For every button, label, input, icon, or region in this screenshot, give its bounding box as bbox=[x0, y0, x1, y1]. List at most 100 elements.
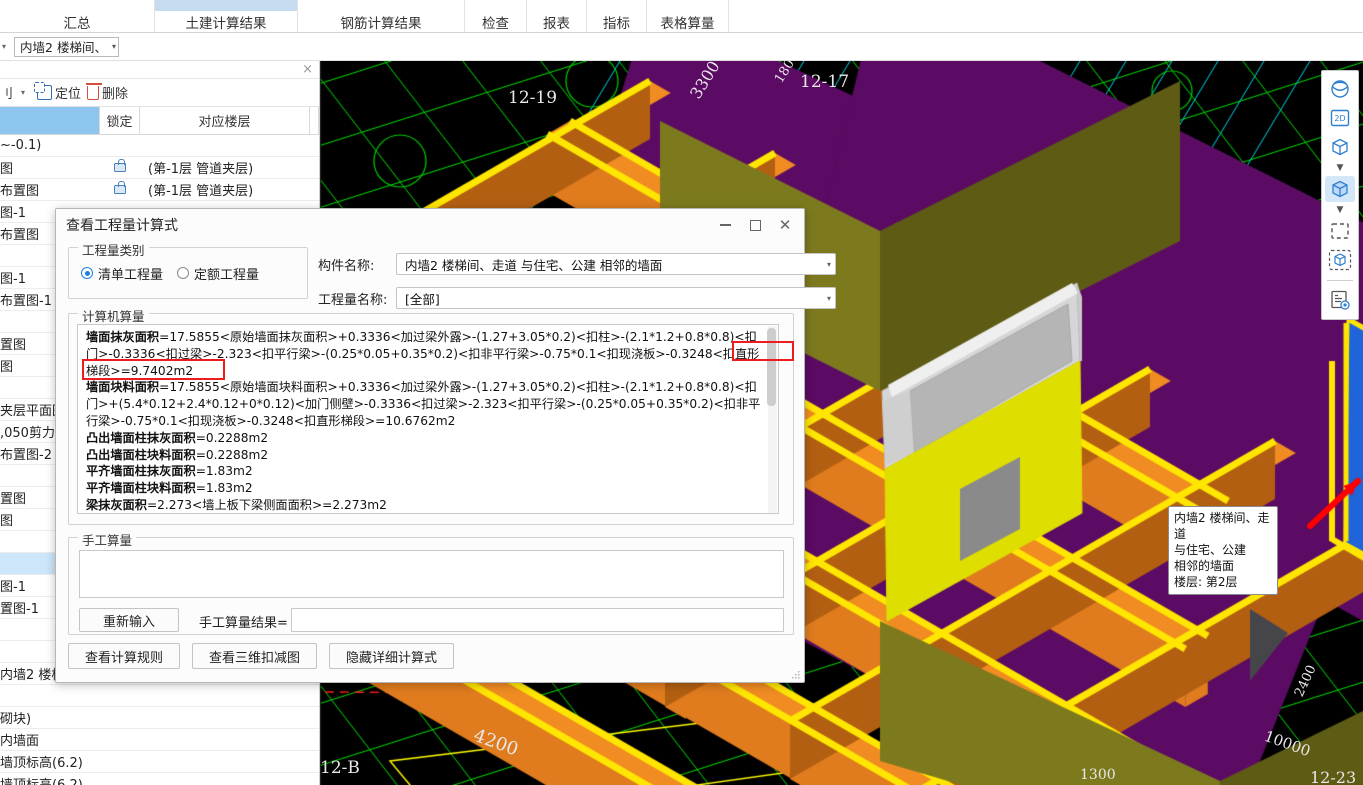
quantity-formula-dialog: 查看工程量计算式 ✕ 工程量类别 清单工程量 定额工程量 构件名称: 内墙2 楼… bbox=[55, 208, 836, 683]
dialog-title: 查看工程量计算式 bbox=[66, 218, 178, 234]
close-icon[interactable]: × bbox=[302, 62, 313, 77]
table-row[interactable]: 墙顶标高(6.2) bbox=[0, 751, 319, 773]
calc-formula-line: 梁抹灰面积=2.273<墙上板下梁侧面面积>=2.273m2 bbox=[86, 497, 768, 513]
calc-formula-name: 凸出墙面柱块料面积 bbox=[86, 447, 196, 462]
delete-button-label: 删除 bbox=[102, 87, 129, 102]
ribbon-tab-5[interactable]: 指标 bbox=[587, 0, 647, 32]
row-floor-cell: (第-1层 管道夹层) bbox=[148, 184, 254, 199]
minimize-icon[interactable] bbox=[710, 210, 740, 240]
header-selected-col[interactable] bbox=[0, 107, 100, 134]
row-name-cell: 内墙面 bbox=[0, 734, 40, 749]
dialog-titlebar[interactable]: 查看工程量计算式 ✕ bbox=[56, 209, 804, 241]
manual-calc-textarea[interactable] bbox=[79, 550, 784, 598]
calc-scrollbar-track[interactable] bbox=[767, 326, 777, 513]
ribbon-tab-4[interactable]: 报表 bbox=[527, 0, 587, 32]
row-name-cell: ~-0.1) bbox=[0, 138, 42, 153]
table-row[interactable]: 砌块) bbox=[0, 707, 319, 729]
list-eye-icon[interactable] bbox=[1325, 287, 1355, 313]
component-selector-combo[interactable]: 内墙2 楼梯间、 ▾ bbox=[14, 36, 119, 57]
radio-bill-quantity-label: 清单工程量 bbox=[98, 267, 164, 283]
cad-dimension-label: 12-19 bbox=[508, 88, 558, 108]
chevron-down-icon[interactable]: ▼ bbox=[1337, 163, 1344, 173]
calc-formula-name: 墙面抹灰面积 bbox=[86, 330, 160, 344]
quantity-name-combo[interactable]: [全部] ▾ bbox=[396, 287, 836, 309]
calc-formula-expression: =0.2288m2 bbox=[195, 447, 269, 462]
radio-bill-quantity[interactable]: 清单工程量 bbox=[81, 264, 163, 283]
view-3d-deduction-button[interactable]: 查看三维扣减图 bbox=[192, 643, 318, 669]
ribbon-tab-6[interactable]: 表格算量 bbox=[647, 0, 729, 32]
resize-grip-icon[interactable] bbox=[791, 670, 801, 680]
radio-selected-icon bbox=[81, 267, 93, 279]
hide-detail-formula-button[interactable]: 隐藏详细计算式 bbox=[329, 643, 455, 669]
radio-unselected-icon bbox=[177, 267, 190, 279]
ribbon-tab-2[interactable]: 钢筋计算结果 bbox=[298, 0, 465, 32]
quantity-name-value: [全部] bbox=[405, 291, 440, 307]
component-name-combo[interactable]: 内墙2 楼梯间、走道 与住宅、公建 相邻的墙面 ▾ bbox=[396, 253, 836, 275]
component-name-field: 构件名称: 内墙2 楼梯间、走道 与住宅、公建 相邻的墙面 ▾ bbox=[318, 253, 836, 275]
table-row[interactable]: ~-0.1) bbox=[0, 135, 319, 157]
radio-norm-quantity[interactable]: 定额工程量 bbox=[177, 264, 259, 283]
calc-formula-line: 平齐墙面柱块料面积=1.83m2 bbox=[86, 480, 768, 497]
orbit-icon[interactable] bbox=[1325, 76, 1355, 102]
row-name-cell: 布置图 bbox=[0, 184, 40, 199]
header-lock-col[interactable]: 锁定 bbox=[100, 107, 140, 134]
row-name-cell: 墙顶标高(6.2) bbox=[0, 774, 100, 785]
tooltip-line-2: 与住宅、公建 bbox=[1174, 543, 1247, 557]
ribbon-tab-0[interactable]: 汇总 bbox=[0, 0, 155, 32]
table-row[interactable]: 墙顶标高(6.2) bbox=[0, 773, 319, 785]
reset-input-button[interactable]: 重新输入 bbox=[79, 608, 179, 632]
dashed-rect-icon[interactable] bbox=[1325, 218, 1355, 244]
chevron-down-icon: ▾ bbox=[111, 42, 116, 51]
table-row[interactable] bbox=[0, 685, 319, 707]
2d-view-icon[interactable]: 2D bbox=[1325, 105, 1355, 131]
calc-formula-name: 平齐墙面柱抹灰面积 bbox=[86, 464, 196, 479]
cube-solid-icon[interactable] bbox=[1325, 176, 1355, 202]
toolbar-caret-icon[interactable]: ▾ bbox=[0, 42, 12, 51]
ribbon-tabbar: 汇总 土建计算结果 钢筋计算结果 检查 报表 指标 表格算量 bbox=[0, 0, 1363, 33]
row-lock-cell[interactable] bbox=[100, 181, 140, 194]
maximize-icon[interactable] bbox=[740, 210, 770, 240]
calc-formula-expression: =0.2288m2 bbox=[195, 430, 269, 445]
component-selector-value: 内墙2 楼梯间、 bbox=[20, 40, 107, 55]
calc-formula-line: 墙面抹灰面积=17.5855<原始墙面抹灰面积>+0.3336<加过梁外露>-(… bbox=[86, 329, 768, 379]
isolate-icon[interactable] bbox=[1325, 247, 1355, 273]
computer-calc-groupbox: 计算机算量 墙面抹灰面积=17.5855<原始墙面抹灰面积>+0.3336<加过… bbox=[68, 306, 794, 525]
computer-calc-legend: 计算机算量 bbox=[78, 306, 149, 325]
component-name-label: 构件名称: bbox=[318, 258, 375, 274]
view-calc-rules-button[interactable]: 查看计算规则 bbox=[68, 643, 181, 669]
toolbar-divider bbox=[1327, 280, 1353, 281]
delete-button[interactable]: 删除 bbox=[86, 82, 129, 102]
cad-dimension-label: 12-17 bbox=[800, 72, 850, 92]
chevron-down-icon[interactable]: ▾ bbox=[19, 88, 31, 97]
ribbon-tab-label: 汇总 bbox=[63, 15, 91, 32]
table-row[interactable]: 图 (第-1层 管道夹层) bbox=[0, 157, 319, 179]
locate-button[interactable]: 定位 bbox=[34, 82, 81, 102]
truncated-toolbar-item[interactable]: 刂 bbox=[0, 83, 13, 102]
calc-scrollbar-thumb[interactable] bbox=[767, 328, 776, 406]
calc-formula-line: 凸出墙面柱抹灰面积=0.2288m2 bbox=[86, 430, 768, 447]
lock-icon bbox=[114, 159, 126, 172]
manual-calc-legend: 手工算量 bbox=[78, 530, 137, 549]
table-row[interactable]: 布置图 (第-1层 管道夹层) bbox=[0, 179, 319, 201]
manual-result-label: 手工算量结果= bbox=[199, 616, 288, 631]
calc-formula-expression: =17.5855<原始墙面块料面积>+0.3336<加过梁外露>-(1.27+3… bbox=[86, 380, 761, 428]
chevron-down-icon[interactable]: ▼ bbox=[1337, 205, 1344, 215]
cube-wire-icon[interactable] bbox=[1325, 134, 1355, 160]
ribbon-tab-1[interactable]: 土建计算结果 bbox=[155, 0, 298, 32]
table-row[interactable]: 内墙面 bbox=[0, 729, 319, 751]
calc-formula-name: 墙面块料面积 bbox=[86, 380, 160, 395]
manual-result-input[interactable] bbox=[291, 608, 784, 632]
dialog-window-controls: ✕ bbox=[710, 209, 800, 241]
calc-formula-name: 平齐墙面柱块料面积 bbox=[86, 481, 196, 496]
quantity-name-label: 工程量名称: bbox=[318, 292, 388, 308]
close-icon[interactable]: ✕ bbox=[770, 210, 800, 240]
row-lock-cell[interactable] bbox=[100, 159, 140, 172]
computer-calc-textarea[interactable]: 墙面抹灰面积=17.5855<原始墙面抹灰面积>+0.3336<加过梁外露>-(… bbox=[77, 324, 779, 514]
trash-icon bbox=[86, 82, 103, 100]
chevron-down-icon: ▾ bbox=[826, 259, 831, 269]
header-floor-col[interactable]: 对应楼层 bbox=[140, 107, 310, 134]
ribbon-tab-3[interactable]: 检查 bbox=[465, 0, 527, 32]
quantity-name-field: 工程量名称: [全部] ▾ bbox=[318, 287, 836, 309]
calc-formula-expression: =2.273<墙上板下梁侧面面积>=2.273m2 bbox=[146, 497, 387, 512]
calc-formula-expression: =17.5855<原始墙面抹灰面积>+0.3336<加过梁外露>-(1.27+3… bbox=[86, 330, 760, 378]
